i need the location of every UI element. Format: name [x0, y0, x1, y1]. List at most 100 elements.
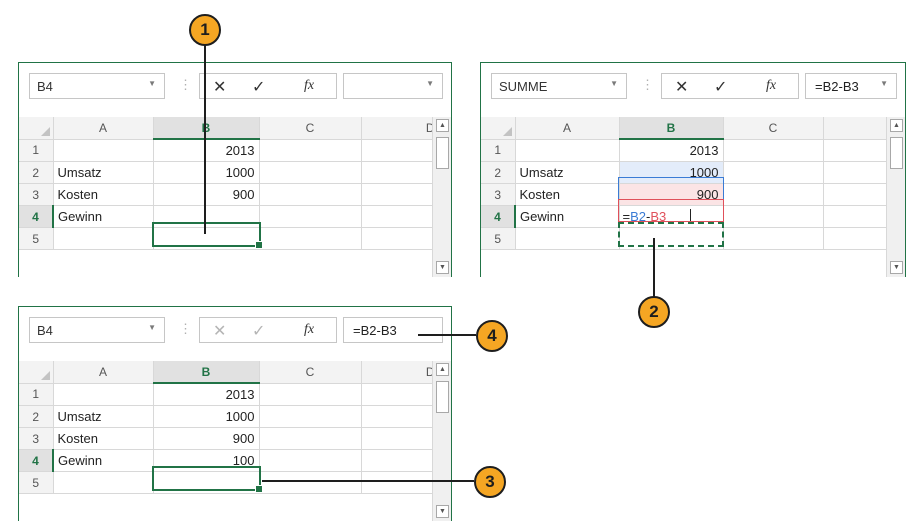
scroll-down-icon[interactable]: ▼ [436, 261, 449, 274]
column-header-a[interactable]: A [53, 361, 154, 384]
cell-d5[interactable] [361, 227, 440, 250]
cell-c2[interactable] [723, 161, 824, 184]
column-header-b[interactable]: B [153, 117, 260, 140]
cell-a2[interactable]: Umsatz [53, 161, 154, 184]
row-header-5[interactable]: 5 [481, 227, 516, 250]
column-header-c[interactable]: C [259, 361, 362, 384]
cell-b1[interactable]: 2013 [619, 139, 724, 162]
name-box[interactable]: SUMME ▼ [491, 73, 627, 99]
name-box[interactable]: B4 ▼ [29, 73, 165, 99]
cell-a1[interactable] [53, 383, 154, 406]
row-header-4[interactable]: 4 [19, 449, 54, 472]
row-header-1[interactable]: 1 [19, 383, 54, 406]
row-header-3[interactable]: 3 [19, 427, 54, 450]
vertical-scrollbar[interactable]: ▲ ▼ [432, 117, 451, 277]
chevron-down-icon[interactable]: ▼ [148, 323, 156, 332]
cell-c5[interactable] [259, 471, 362, 494]
cell-d2[interactable] [361, 405, 440, 428]
cell-c4[interactable] [723, 205, 824, 228]
chevron-down-icon[interactable]: ▼ [610, 79, 618, 88]
cell-a3[interactable]: Kosten [53, 427, 154, 450]
cell-b1[interactable]: 2013 [153, 139, 260, 162]
formula-input[interactable]: =B2-B3 ▼ [805, 73, 897, 99]
cell-c4[interactable] [259, 205, 362, 228]
cell-a3[interactable]: Kosten [515, 183, 620, 206]
column-header-c[interactable]: C [259, 117, 362, 140]
cell-c1[interactable] [723, 139, 824, 162]
cell-a1[interactable] [515, 139, 620, 162]
cell-d4[interactable] [361, 205, 440, 228]
cell-c2[interactable] [259, 405, 362, 428]
row-header-3[interactable]: 3 [19, 183, 54, 206]
cell-a3[interactable]: Kosten [53, 183, 154, 206]
scroll-up-icon[interactable]: ▲ [436, 119, 449, 132]
formula-input[interactable]: =B2-B3 [343, 317, 443, 343]
insert-function-icon[interactable]: fx [304, 78, 314, 94]
vertical-scrollbar[interactable]: ▲ ▼ [432, 361, 451, 521]
column-header-d[interactable]: D [361, 361, 440, 384]
cell-b1[interactable]: 2013 [153, 383, 260, 406]
cell-c1[interactable] [259, 139, 362, 162]
select-all-corner[interactable] [19, 117, 54, 140]
scroll-thumb[interactable] [890, 137, 903, 169]
cell-a2[interactable]: Umsatz [515, 161, 620, 184]
scroll-up-icon[interactable]: ▲ [890, 119, 903, 132]
cell-a1[interactable] [53, 139, 154, 162]
name-box[interactable]: B4 ▼ [29, 317, 165, 343]
cell-a5[interactable] [53, 471, 154, 494]
cell-b3[interactable]: 900 [153, 183, 260, 206]
column-header-b[interactable]: B [153, 361, 260, 384]
select-all-corner[interactable] [19, 361, 54, 384]
enter-icon[interactable]: ✓ [252, 321, 265, 341]
fill-handle[interactable] [255, 241, 263, 249]
cell-a4[interactable]: Gewinn [53, 205, 154, 228]
cancel-icon[interactable]: ✕ [213, 321, 226, 341]
scroll-thumb[interactable] [436, 137, 449, 169]
row-header-5[interactable]: 5 [19, 471, 54, 494]
cancel-icon[interactable]: ✕ [675, 77, 688, 97]
cell-c3[interactable] [723, 183, 824, 206]
row-header-2[interactable]: 2 [19, 161, 54, 184]
cell-d2[interactable] [361, 161, 440, 184]
insert-function-icon[interactable]: fx [766, 78, 776, 94]
cell-d5[interactable] [361, 471, 440, 494]
column-header-c[interactable]: C [723, 117, 824, 140]
row-header-4[interactable]: 4 [481, 205, 516, 228]
enter-icon[interactable]: ✓ [252, 77, 265, 97]
cell-d1[interactable] [361, 383, 440, 406]
cell-c3[interactable] [259, 183, 362, 206]
cell-c5[interactable] [259, 227, 362, 250]
cell-d4[interactable] [361, 449, 440, 472]
row-header-5[interactable]: 5 [19, 227, 54, 250]
cell-a4[interactable]: Gewinn [53, 449, 154, 472]
cell-c3[interactable] [259, 427, 362, 450]
row-header-2[interactable]: 2 [481, 161, 516, 184]
scroll-up-icon[interactable]: ▲ [436, 363, 449, 376]
chevron-down-icon[interactable]: ▼ [880, 79, 888, 88]
cell-d3[interactable] [361, 183, 440, 206]
cell-c4[interactable] [259, 449, 362, 472]
cell-a5[interactable] [53, 227, 154, 250]
enter-icon[interactable]: ✓ [714, 77, 727, 97]
fill-handle[interactable] [255, 485, 263, 493]
chevron-down-icon[interactable]: ▼ [426, 79, 434, 88]
scroll-thumb[interactable] [436, 381, 449, 413]
column-header-a[interactable]: A [53, 117, 154, 140]
row-header-2[interactable]: 2 [19, 405, 54, 428]
cell-d1[interactable] [361, 139, 440, 162]
scroll-down-icon[interactable]: ▼ [436, 505, 449, 518]
cell-b2[interactable]: 1000 [153, 405, 260, 428]
insert-function-icon[interactable]: fx [304, 322, 314, 338]
column-header-b[interactable]: B [619, 117, 724, 140]
cell-a4[interactable]: Gewinn [515, 205, 620, 228]
vertical-scrollbar[interactable]: ▲ ▼ [886, 117, 905, 277]
formula-input[interactable]: ▼ [343, 73, 443, 99]
cell-c1[interactable] [259, 383, 362, 406]
row-header-1[interactable]: 1 [19, 139, 54, 162]
chevron-down-icon[interactable]: ▼ [148, 79, 156, 88]
cell-a2[interactable]: Umsatz [53, 405, 154, 428]
row-header-4[interactable]: 4 [19, 205, 54, 228]
cell-a5[interactable] [515, 227, 620, 250]
cell-c5[interactable] [723, 227, 824, 250]
cell-b3[interactable]: 900 [153, 427, 260, 450]
